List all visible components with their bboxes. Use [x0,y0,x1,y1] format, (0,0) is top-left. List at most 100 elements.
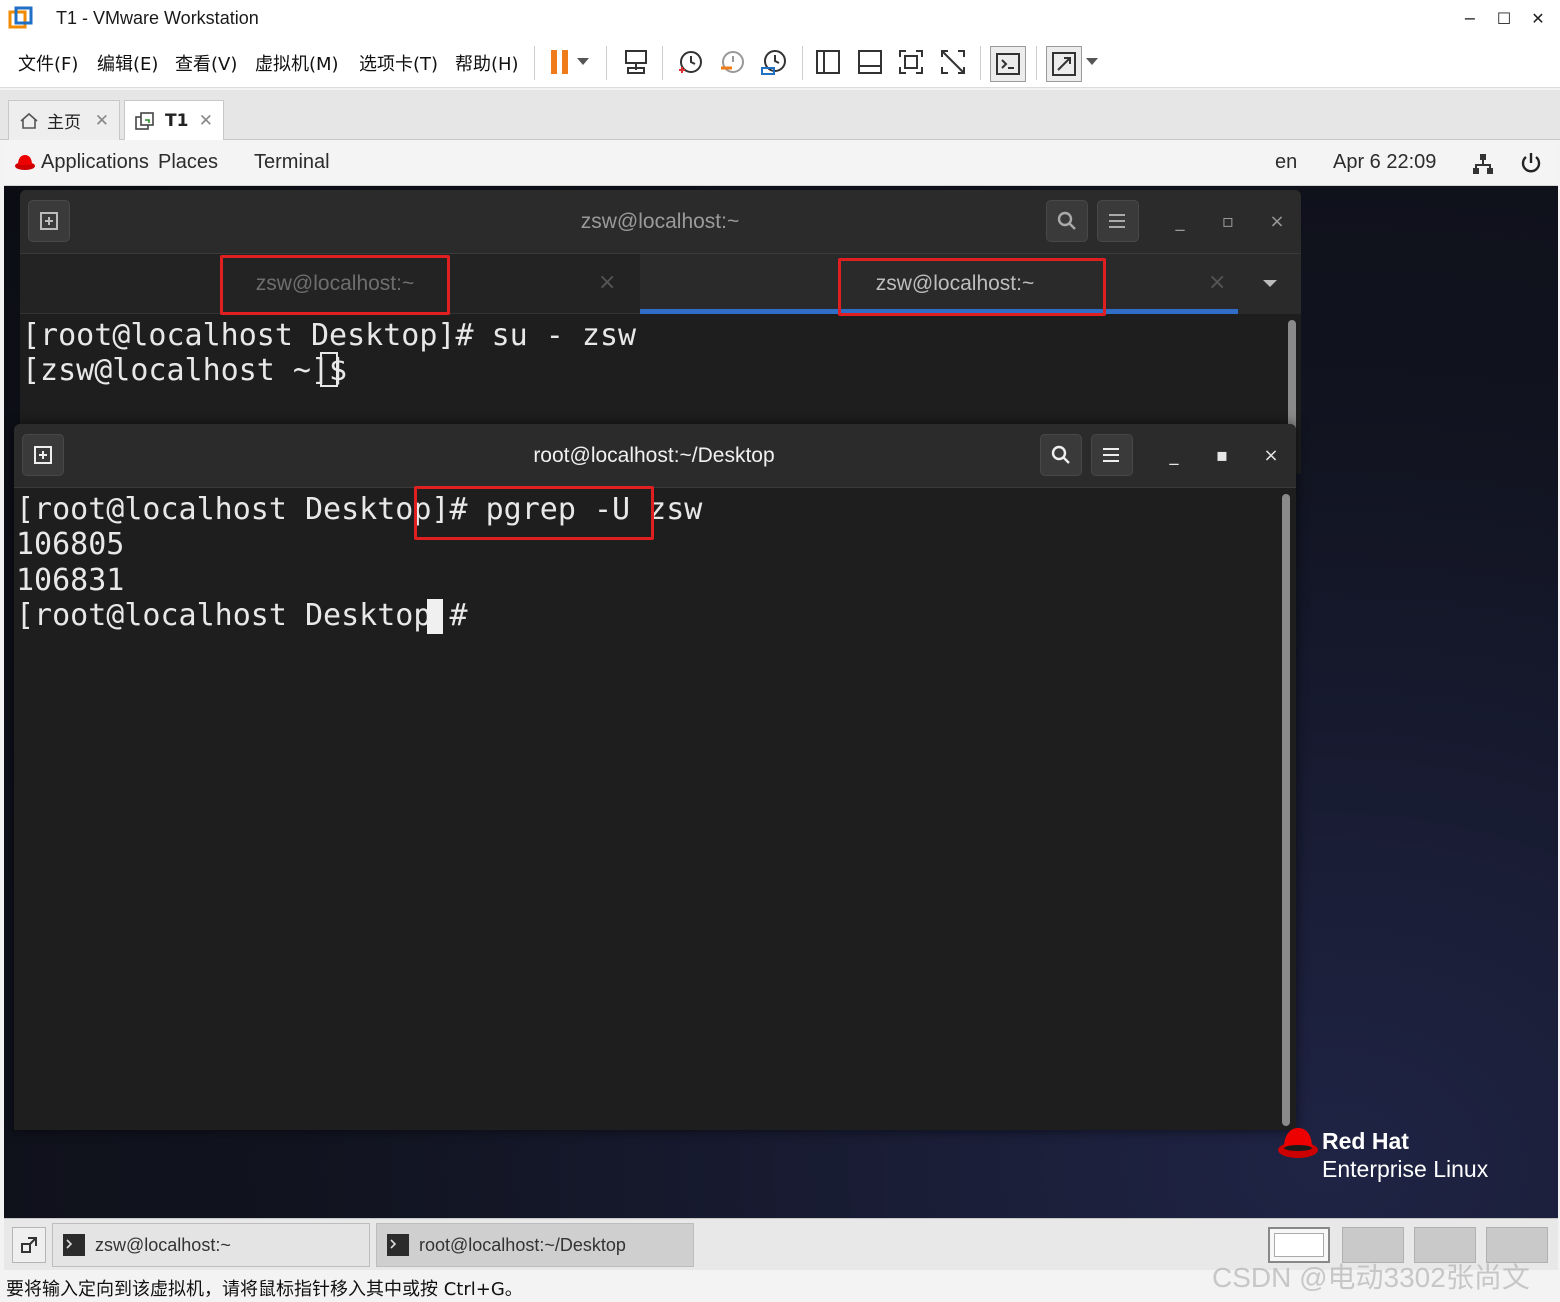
terminal-window-root[interactable]: root@localhost:~/Desktop _ ▪ × [root@loc… [14,424,1296,1130]
places-menu[interactable]: Places [158,151,218,174]
window-titlebar: T1 - VMware Workstation − ☐ ✕ [0,0,1560,38]
tab-label: 主页 [47,113,81,133]
close-icon[interactable]: × [1259,444,1283,468]
scrollbar[interactable] [1282,494,1290,1126]
menu-button[interactable] [1097,200,1139,242]
toolbar-separator [606,46,607,80]
terminal-title: root@localhost:~/Desktop [533,444,775,467]
show-desktop-button[interactable] [12,1227,46,1263]
close-icon[interactable]: × [1265,210,1289,234]
guest-display[interactable]: Applications Places Terminal en Apr 6 22… [4,140,1558,1218]
snapshot-manager-icon[interactable] [758,46,790,78]
menu-tabs[interactable]: 选项卡(T) [359,50,438,76]
home-icon [20,112,38,129]
send-ctrl-alt-del-icon[interactable] [620,46,652,78]
hamburger-icon [1103,448,1119,462]
redhat-logo-icon [1278,1128,1318,1158]
search-button[interactable] [1046,200,1088,242]
new-tab-button[interactable] [28,200,70,242]
vmware-logo-icon [8,6,33,29]
vm-tabbar: 主页 ✕ T1 ✕ [0,90,1560,141]
tab-list-button[interactable] [1238,254,1301,314]
terminal-output-line: [root@localhost Desktop]# su - zsw [22,318,637,353]
snapshot-icon[interactable] [674,46,706,78]
thumbnail-view-icon[interactable] [854,46,886,78]
menu-vm[interactable]: 虚拟机(M) [255,50,339,76]
taskbar-item-root[interactable]: root@localhost:~/Desktop [376,1223,694,1267]
terminal-title: zsw@localhost:~ [580,210,740,233]
maximize-icon[interactable]: ▫ [1216,210,1240,234]
status-message: 要将输入定向到该虚拟机，请将鼠标指针移入其中或按 Ctrl+G。 [6,1279,523,1300]
workspace-window-preview [1274,1233,1324,1257]
taskbar-item-zsw[interactable]: zsw@localhost:~ [52,1223,370,1267]
redhat-hat-icon [15,155,35,170]
input-language[interactable]: en [1275,151,1297,174]
close-icon[interactable]: × [1208,270,1226,295]
library-view-icon[interactable] [812,46,844,78]
new-tab-icon [40,212,58,230]
power-icon[interactable] [1520,151,1542,175]
toolbar-separator [662,46,663,80]
taskbar-label: zsw@localhost:~ [95,1234,231,1255]
close-icon[interactable]: ✕ [199,111,213,131]
tab-t1[interactable]: T1 ✕ [124,100,224,141]
minimize-icon[interactable]: _ [1168,210,1192,234]
tab-label: T1 [165,111,189,131]
menu-help[interactable]: 帮助(H) [455,50,519,76]
redhat-brand-line1: Red Hat [1322,1128,1409,1154]
maximize-button[interactable]: ☐ [1486,6,1522,32]
highlight-box [220,255,450,315]
minimize-icon[interactable]: _ [1162,444,1186,468]
close-icon[interactable]: × [598,270,616,295]
highlight-box [414,486,654,540]
toolbar-separator [1036,46,1037,80]
redhat-brand-line2: Enterprise Linux [1322,1156,1489,1182]
show-desktop-icon [21,1237,37,1253]
watermark: CSDN @电动3302张尚文 [1212,1262,1530,1293]
terminal-icon [387,1234,409,1256]
chevron-down-icon [1262,280,1277,287]
terminal-app-menu[interactable]: Terminal [254,151,330,174]
terminal-tab-strip: zsw@localhost:~ × zsw@localhost:~ × [20,254,1301,314]
close-button[interactable]: ✕ [1520,6,1556,32]
menu-button[interactable] [1091,434,1133,476]
menu-file[interactable]: 文件(F) [18,50,78,76]
terminal-output-line: 106805 [16,527,125,562]
toolbar-separator [980,46,981,80]
revert-snapshot-icon[interactable] [716,46,748,78]
new-tab-button[interactable] [22,434,64,476]
menu-edit[interactable]: 编辑(E) [97,50,158,76]
maximize-icon[interactable]: ▪ [1210,444,1234,468]
stretch-guest-icon[interactable] [1046,46,1082,82]
terminal-cursor [427,599,443,634]
clock[interactable]: Apr 6 22:09 [1333,151,1436,174]
menu-view[interactable]: 查看(V) [175,50,237,76]
full-screen-icon[interactable] [895,46,927,78]
vm-icon [135,112,154,130]
minimize-button[interactable]: − [1452,6,1488,32]
terminal-headerbar: zsw@localhost:~ _ ▫ × [20,190,1301,254]
chevron-down-icon[interactable] [1082,46,1102,78]
search-button[interactable] [1040,434,1082,476]
new-tab-icon [34,446,52,464]
terminal-output-line: 106831 [16,563,125,598]
unity-icon[interactable] [937,46,969,78]
menubar: 文件(F) 编辑(E) 查看(V) 虚拟机(M) 选项卡(T) 帮助(H) [0,38,1560,88]
close-icon[interactable]: ✕ [95,111,109,131]
toolbar-separator [534,46,535,80]
applications-menu[interactable]: Applications [41,151,149,174]
tab-home[interactable]: 主页 ✕ [8,100,120,140]
taskbar-label: root@localhost:~/Desktop [419,1234,626,1255]
terminal-icon [63,1234,85,1256]
gnome-top-bar: Applications Places Terminal en Apr 6 22… [4,140,1558,186]
search-icon [1057,211,1076,230]
toolbar-separator [802,46,803,80]
terminal-cursor [320,352,338,387]
terminal-output-line: [root@localhost Desktop]# [16,598,486,633]
network-icon[interactable] [1472,153,1494,175]
chevron-down-icon[interactable] [572,46,594,78]
terminal-headerbar: root@localhost:~/Desktop _ ▪ × [14,424,1296,488]
console-view-icon[interactable] [990,46,1026,82]
hamburger-icon [1109,214,1125,228]
terminal-output-line: [zsw@localhost ~]$ [22,353,366,388]
